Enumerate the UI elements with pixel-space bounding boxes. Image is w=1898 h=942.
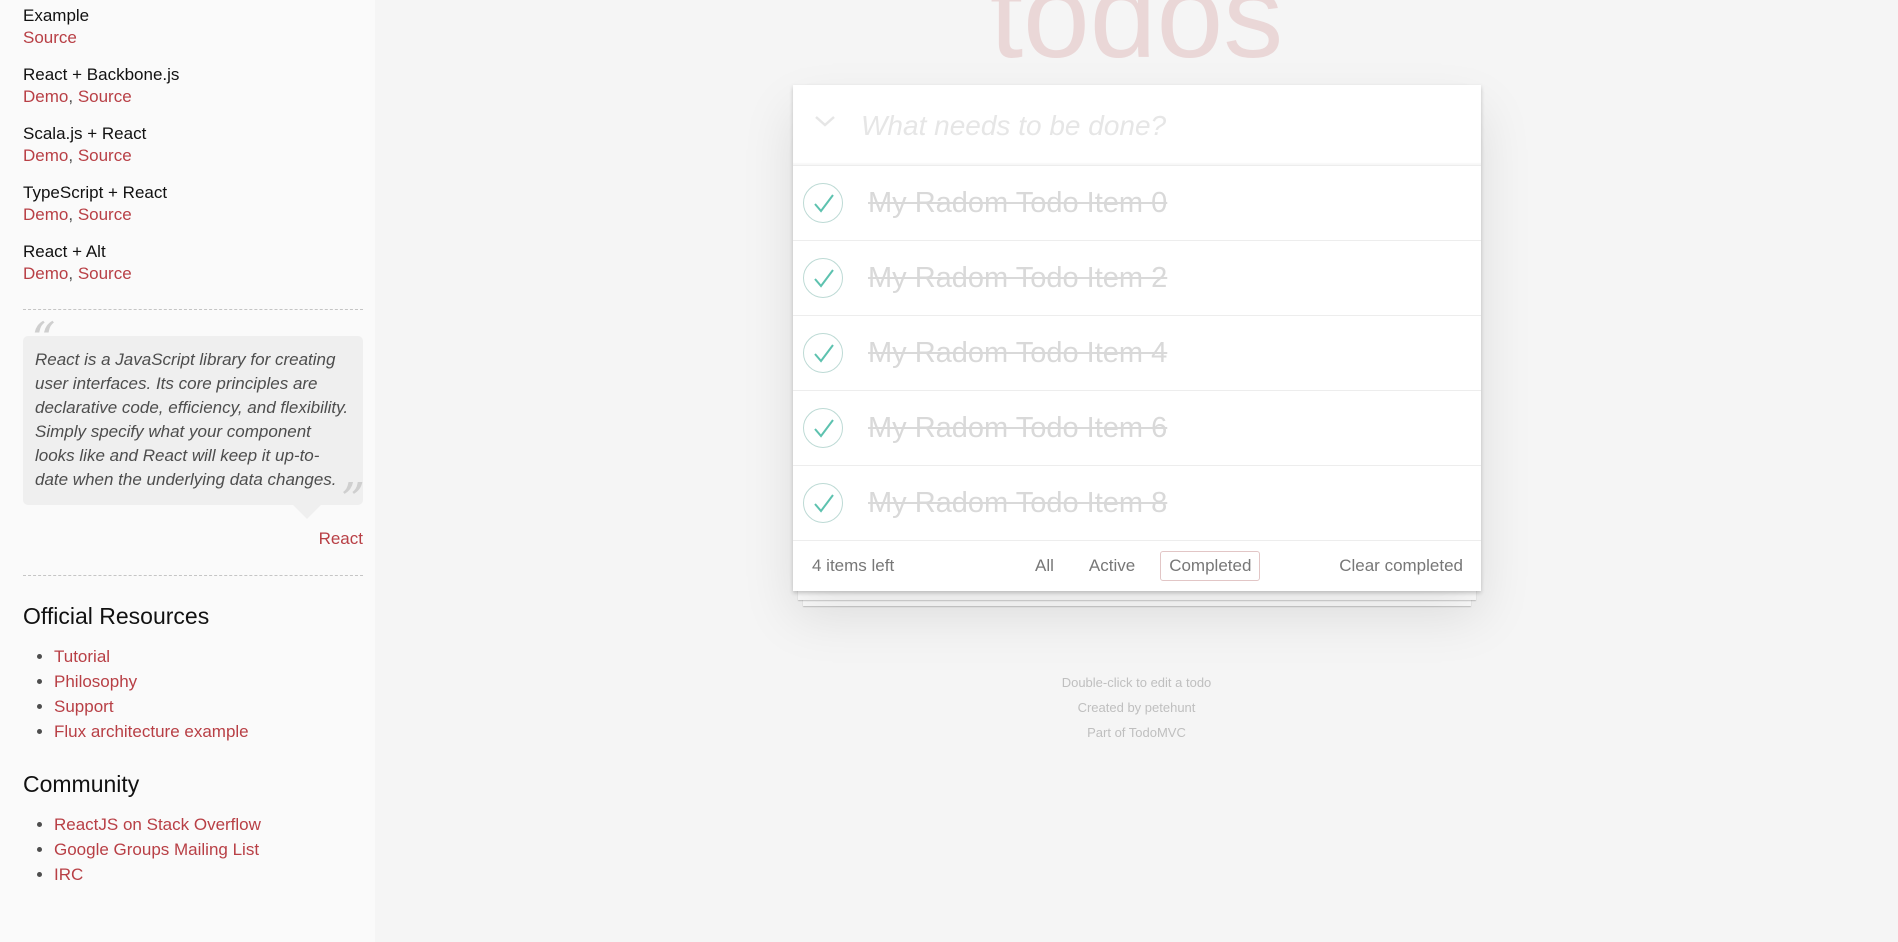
todo-checkbox[interactable] bbox=[803, 258, 843, 298]
app-title: todos bbox=[989, 0, 1284, 83]
todo-item: My Radom Todo Item 4 bbox=[793, 316, 1481, 391]
list-item: ReactJS on Stack Overflow bbox=[54, 812, 363, 837]
example-name: React + Backbone.js bbox=[23, 65, 180, 84]
example-item: React + Backbone.js Demo, Source bbox=[23, 64, 363, 108]
checkmark-icon bbox=[814, 419, 834, 438]
official-resources-title: Official Resources bbox=[23, 603, 210, 629]
source-link[interactable]: Source bbox=[23, 28, 77, 47]
todo-label[interactable]: My Radom Todo Item 2 bbox=[868, 241, 1167, 315]
community-link-stackoverflow[interactable]: ReactJS on Stack Overflow bbox=[54, 815, 261, 834]
filter-all[interactable]: All bbox=[1026, 551, 1063, 581]
source-link[interactable]: Source bbox=[78, 205, 132, 224]
toggle-all-chevron-down-icon[interactable] bbox=[805, 101, 845, 141]
todo-app: My Radom Todo Item 0 My Radom Todo Item … bbox=[793, 85, 1481, 591]
official-resources-list: Tutorial Philosophy Support Flux archite… bbox=[54, 644, 363, 744]
list-item: Flux architecture example bbox=[54, 719, 363, 744]
divider bbox=[23, 575, 363, 576]
todo-label[interactable]: My Radom Todo Item 6 bbox=[868, 391, 1167, 465]
demo-link[interactable]: Demo bbox=[23, 264, 68, 283]
todo-checkbox[interactable] bbox=[803, 408, 843, 448]
demo-link[interactable]: Demo bbox=[23, 87, 68, 106]
edit-hint: Double-click to edit a todo bbox=[1061, 675, 1212, 690]
source-link[interactable]: Source bbox=[78, 264, 132, 283]
checkmark-icon bbox=[814, 494, 834, 513]
divider bbox=[23, 309, 363, 310]
list-item: Tutorial bbox=[54, 644, 363, 669]
example-item: Scala.js + React Demo, Source bbox=[23, 123, 363, 167]
close-quote-icon: ” bbox=[340, 473, 365, 529]
react-quote: “ React is a JavaScript library for crea… bbox=[23, 316, 365, 525]
todo-checkbox[interactable] bbox=[803, 333, 843, 373]
info-footer: Double-click to edit a todo Created by p… bbox=[375, 670, 1898, 745]
todo-header bbox=[793, 85, 1481, 166]
new-todo-input[interactable] bbox=[853, 85, 1473, 166]
todo-checkbox[interactable] bbox=[803, 483, 843, 523]
list-item: Google Groups Mailing List bbox=[54, 837, 363, 862]
community-list: ReactJS on Stack Overflow Google Groups … bbox=[54, 812, 363, 887]
list-item: Support bbox=[54, 694, 363, 719]
clear-completed-button[interactable]: Clear completed bbox=[1339, 556, 1463, 576]
example-name: React + Alt bbox=[23, 242, 106, 261]
created-by: Created by petehunt bbox=[1077, 700, 1196, 715]
part-of-todomvc: Part of TodoMVC bbox=[1087, 725, 1186, 740]
resource-link-philosophy[interactable]: Philosophy bbox=[54, 672, 137, 691]
checkmark-icon bbox=[814, 269, 834, 288]
demo-link[interactable]: Demo bbox=[23, 205, 68, 224]
todo-item: My Radom Todo Item 8 bbox=[793, 466, 1481, 541]
resource-link-support[interactable]: Support bbox=[54, 697, 114, 716]
todo-item: My Radom Todo Item 2 bbox=[793, 241, 1481, 316]
source-link[interactable]: Source bbox=[78, 146, 132, 165]
items-left-count: 4 items left bbox=[812, 556, 895, 575]
todo-item: My Radom Todo Item 6 bbox=[793, 391, 1481, 466]
todo-item: My Radom Todo Item 0 bbox=[793, 166, 1481, 241]
todo-label[interactable]: My Radom Todo Item 8 bbox=[868, 466, 1167, 540]
sidebar: Example Source React + Backbone.js Demo,… bbox=[0, 0, 375, 942]
resource-link-tutorial[interactable]: Tutorial bbox=[54, 647, 110, 666]
example-name: Example bbox=[23, 6, 90, 25]
checkmark-icon bbox=[814, 344, 834, 363]
example-name: TypeScript + React bbox=[23, 183, 168, 202]
quote-source-link[interactable]: React bbox=[319, 529, 363, 548]
list-item: Philosophy bbox=[54, 669, 363, 694]
todo-label[interactable]: My Radom Todo Item 4 bbox=[868, 316, 1167, 390]
community-link-irc[interactable]: IRC bbox=[54, 865, 83, 884]
community-link-google-groups[interactable]: Google Groups Mailing List bbox=[54, 840, 259, 859]
filter-completed[interactable]: Completed bbox=[1160, 551, 1261, 581]
example-item: TypeScript + React Demo, Source bbox=[23, 182, 363, 226]
todo-footer: 4 items left All Active Completed Clear … bbox=[793, 541, 1481, 591]
checkmark-icon bbox=[814, 194, 834, 213]
example-name: Scala.js + React bbox=[23, 124, 147, 143]
todo-list: My Radom Todo Item 0 My Radom Todo Item … bbox=[793, 166, 1481, 541]
demo-link[interactable]: Demo bbox=[23, 146, 68, 165]
todo-checkbox[interactable] bbox=[803, 183, 843, 223]
list-item: IRC bbox=[54, 862, 363, 887]
example-item: Example Source bbox=[23, 5, 363, 49]
resource-link-flux[interactable]: Flux architecture example bbox=[54, 722, 249, 741]
todo-label[interactable]: My Radom Todo Item 0 bbox=[868, 166, 1167, 240]
quote-text: React is a JavaScript library for creati… bbox=[23, 336, 363, 519]
community-title: Community bbox=[23, 771, 140, 797]
filter-tabs: All Active Completed bbox=[1023, 551, 1263, 581]
examples-list: Example Source React + Backbone.js Demo,… bbox=[23, 5, 363, 285]
source-link[interactable]: Source bbox=[78, 87, 132, 106]
filter-active[interactable]: Active bbox=[1080, 551, 1144, 581]
example-item: React + Alt Demo, Source bbox=[23, 241, 363, 285]
